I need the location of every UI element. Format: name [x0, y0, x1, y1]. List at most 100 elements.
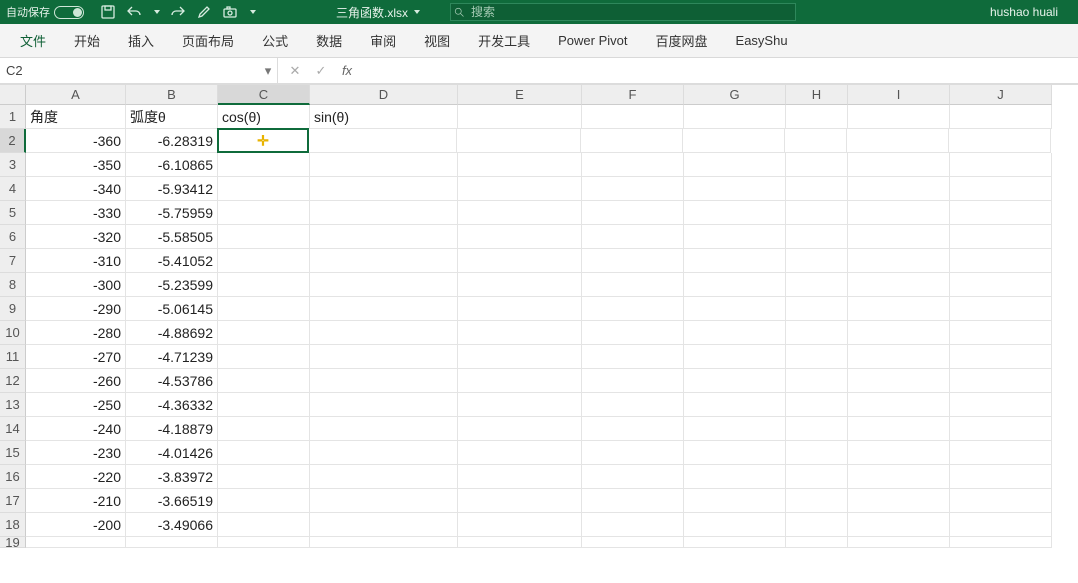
row-header-19[interactable]: 19 — [0, 537, 26, 548]
autosave-toggle[interactable]: 自动保存 — [6, 4, 84, 20]
cell-F5[interactable] — [582, 201, 684, 225]
cell-A1[interactable]: 角度 — [26, 105, 126, 129]
cell-J9[interactable] — [950, 297, 1052, 321]
cell-B16[interactable]: -3.83972 — [126, 465, 218, 489]
col-header-E[interactable]: E — [458, 85, 582, 105]
row-header-3[interactable]: 3 — [0, 153, 26, 177]
cell-G16[interactable] — [684, 465, 786, 489]
cell-I12[interactable] — [848, 369, 950, 393]
formula-input[interactable] — [364, 63, 1078, 78]
cell-F17[interactable] — [582, 489, 684, 513]
cell-F13[interactable] — [582, 393, 684, 417]
cell-G18[interactable] — [684, 513, 786, 537]
cell-B12[interactable]: -4.53786 — [126, 369, 218, 393]
cell-I8[interactable] — [848, 273, 950, 297]
cell-E18[interactable] — [458, 513, 582, 537]
cell-D14[interactable] — [310, 417, 458, 441]
cell-B8[interactable]: -5.23599 — [126, 273, 218, 297]
tab-developer[interactable]: 开发工具 — [464, 24, 544, 57]
search-input[interactable] — [467, 5, 795, 19]
cell-G8[interactable] — [684, 273, 786, 297]
tab-baidu[interactable]: 百度网盘 — [642, 24, 722, 57]
cell-F9[interactable] — [582, 297, 684, 321]
cell-J6[interactable] — [950, 225, 1052, 249]
cell-C9[interactable] — [218, 297, 310, 321]
col-header-F[interactable]: F — [582, 85, 684, 105]
cell-G11[interactable] — [684, 345, 786, 369]
cell-G17[interactable] — [684, 489, 786, 513]
cell-D10[interactable] — [310, 321, 458, 345]
cell-J8[interactable] — [950, 273, 1052, 297]
cell-A5[interactable]: -330 — [26, 201, 126, 225]
cell-B15[interactable]: -4.01426 — [126, 441, 218, 465]
cell-E19[interactable] — [458, 537, 582, 548]
cell-E13[interactable] — [458, 393, 582, 417]
enter-icon[interactable]: ✓ — [310, 62, 332, 80]
cell-E12[interactable] — [458, 369, 582, 393]
cell-H12[interactable] — [786, 369, 848, 393]
cell-C17[interactable] — [218, 489, 310, 513]
cell-B10[interactable]: -4.88692 — [126, 321, 218, 345]
row-header-1[interactable]: 1 — [0, 105, 26, 129]
brush-icon[interactable] — [196, 4, 212, 20]
cell-J15[interactable] — [950, 441, 1052, 465]
cell-H5[interactable] — [786, 201, 848, 225]
cell-H4[interactable] — [786, 177, 848, 201]
cell-H13[interactable] — [786, 393, 848, 417]
redo-icon[interactable] — [170, 4, 186, 20]
row-header-14[interactable]: 14 — [0, 417, 26, 441]
cell-C6[interactable] — [218, 225, 310, 249]
cell-A4[interactable]: -340 — [26, 177, 126, 201]
cell-F16[interactable] — [582, 465, 684, 489]
col-header-H[interactable]: H — [786, 85, 848, 105]
cell-J3[interactable] — [950, 153, 1052, 177]
cell-H8[interactable] — [786, 273, 848, 297]
camera-icon[interactable] — [222, 4, 238, 20]
cell-F11[interactable] — [582, 345, 684, 369]
row-header-12[interactable]: 12 — [0, 369, 26, 393]
cell-A11[interactable]: -270 — [26, 345, 126, 369]
cell-J11[interactable] — [950, 345, 1052, 369]
cell-D12[interactable] — [310, 369, 458, 393]
toggle-switch-icon[interactable] — [54, 6, 84, 19]
tab-file[interactable]: 文件 — [6, 24, 60, 57]
row-header-2[interactable]: 2 — [0, 129, 26, 153]
row-header-13[interactable]: 13 — [0, 393, 26, 417]
cell-C12[interactable] — [218, 369, 310, 393]
cell-G4[interactable] — [684, 177, 786, 201]
cell-G19[interactable] — [684, 537, 786, 548]
tab-view[interactable]: 视图 — [410, 24, 464, 57]
undo-icon[interactable] — [126, 4, 142, 20]
cell-G3[interactable] — [684, 153, 786, 177]
cell-H10[interactable] — [786, 321, 848, 345]
col-header-J[interactable]: J — [950, 85, 1052, 105]
tab-power-pivot[interactable]: Power Pivot — [544, 24, 641, 57]
cell-E5[interactable] — [458, 201, 582, 225]
cell-E2[interactable] — [457, 129, 581, 153]
cell-I19[interactable] — [848, 537, 950, 548]
tab-easyshu[interactable]: EasyShu — [722, 24, 802, 57]
tab-insert[interactable]: 插入 — [114, 24, 168, 57]
tab-home[interactable]: 开始 — [60, 24, 114, 57]
cell-F10[interactable] — [582, 321, 684, 345]
row-header-6[interactable]: 6 — [0, 225, 26, 249]
cell-C10[interactable] — [218, 321, 310, 345]
cell-H2[interactable] — [785, 129, 847, 153]
cell-B3[interactable]: -6.10865 — [126, 153, 218, 177]
cell-E17[interactable] — [458, 489, 582, 513]
cell-J14[interactable] — [950, 417, 1052, 441]
cell-I3[interactable] — [848, 153, 950, 177]
cell-G2[interactable] — [683, 129, 785, 153]
cell-E8[interactable] — [458, 273, 582, 297]
row-header-16[interactable]: 16 — [0, 465, 26, 489]
cell-H19[interactable] — [786, 537, 848, 548]
col-header-A[interactable]: A — [26, 85, 126, 105]
cell-C19[interactable] — [218, 537, 310, 548]
cell-J18[interactable] — [950, 513, 1052, 537]
cell-B5[interactable]: -5.75959 — [126, 201, 218, 225]
filename[interactable]: 三角函数.xlsx — [256, 4, 420, 21]
cell-H9[interactable] — [786, 297, 848, 321]
cell-A16[interactable]: -220 — [26, 465, 126, 489]
cell-J7[interactable] — [950, 249, 1052, 273]
cell-C5[interactable] — [218, 201, 310, 225]
